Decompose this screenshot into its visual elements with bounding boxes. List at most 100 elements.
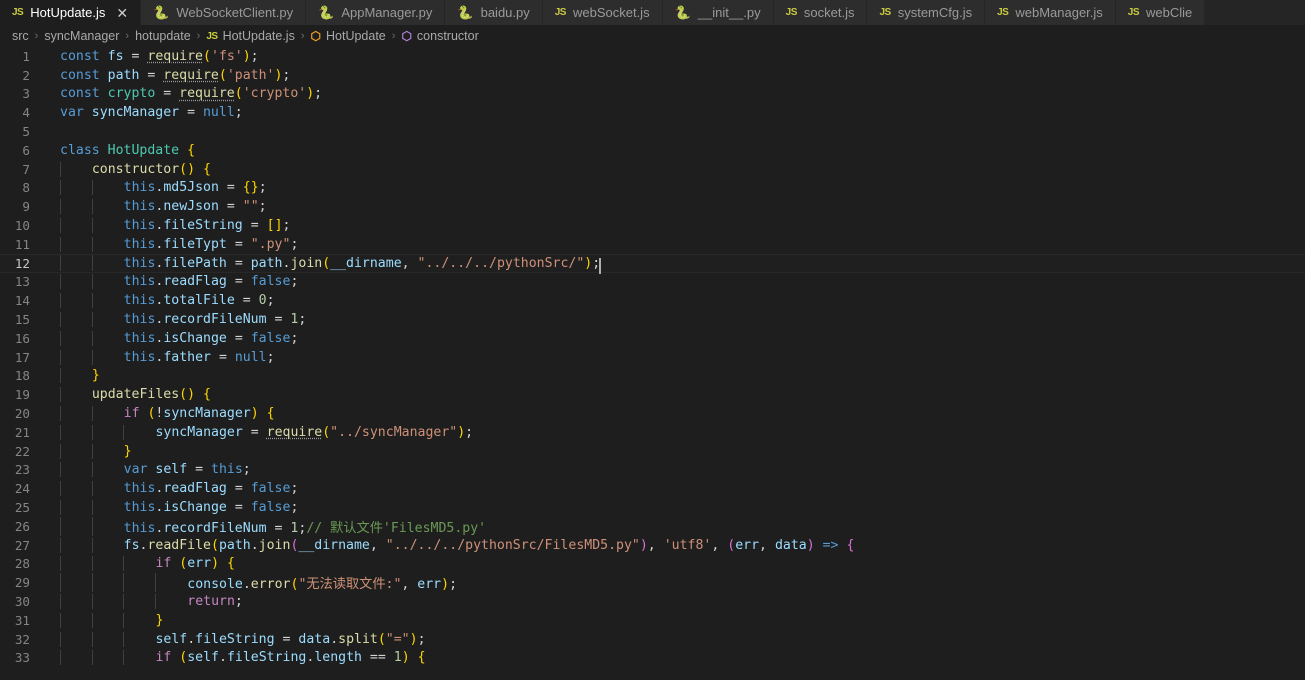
code-line[interactable]: 24 this.readFlag = false; [0, 479, 1305, 498]
code-line[interactable]: 12 this.filePath = path.join(__dirname, … [0, 253, 1305, 275]
code-content[interactable]: if (!syncManager) { [44, 406, 1305, 422]
code-line[interactable]: 15 this.recordFileNum = 1; [0, 310, 1305, 329]
editor-tab-websocket-js[interactable]: JS webSocket.js [542, 0, 663, 25]
code-line[interactable]: 17 this.father = null; [0, 348, 1305, 367]
code-content[interactable]: } [44, 612, 1305, 628]
code-content[interactable]: self.fileString = data.split("="); [44, 631, 1305, 647]
code-content[interactable]: this.fileTypt = ".py"; [44, 236, 1305, 252]
code-content[interactable]: constructor() { [44, 161, 1305, 177]
code-content[interactable]: const crypto = require('crypto'); [44, 86, 1305, 101]
indent-guide [91, 573, 93, 593]
code-line[interactable]: 32 self.fileString = data.split("="); [0, 630, 1305, 649]
code-line[interactable]: 10 this.fileString = []; [0, 216, 1305, 235]
editor-tab-socket-js[interactable]: JS socket.js [773, 0, 868, 25]
code-text: return; [187, 594, 243, 609]
code-line[interactable]: 20 if (!syncManager) { [0, 404, 1305, 423]
breadcrumb: src › syncManager › hotupdate › JS HotUpdate.js… [0, 25, 1305, 47]
code-content[interactable]: this.fileString = []; [44, 218, 1305, 234]
code-content[interactable]: var syncManager = null; [44, 105, 1305, 120]
code-content[interactable]: this.readFlag = false; [44, 481, 1305, 497]
code-line[interactable]: 30 return; [0, 592, 1305, 611]
tab-label: webClie [1146, 5, 1193, 20]
code-line[interactable]: 33 if (self.fileString.length == 1) { [0, 649, 1305, 668]
editor-tab-baidu-py[interactable]: 🐍 baidu.py [445, 0, 543, 25]
line-number: 15 [14, 312, 30, 328]
code-line[interactable]: 25 this.isChange = false; [0, 498, 1305, 517]
indent-guide [91, 650, 93, 666]
code-content[interactable]: if (self.fileString.length == 1) { [44, 650, 1305, 666]
code-line[interactable]: 31 } [0, 611, 1305, 630]
code-content[interactable]: this.isChange = false; [44, 500, 1305, 516]
code-line[interactable]: 22 } [0, 442, 1305, 461]
editor-tab-hotupdate-js[interactable]: JS HotUpdate.js ✕ [0, 0, 142, 25]
code-line[interactable]: 19 updateFiles() { [0, 385, 1305, 404]
editor-tab-webclie[interactable]: JS webClie [1115, 0, 1206, 25]
code-editor[interactable]: 1 const fs = require('fs'); 2 const path = … [0, 47, 1305, 680]
code-content[interactable]: fs.readFile(path.join(__dirname, "../../… [44, 537, 1305, 553]
code-line[interactable]: 2 const path = require('path'); [0, 66, 1305, 85]
code-line[interactable]: 26 this.recordFileNum = 1;// 默认文件'FilesM… [0, 516, 1305, 536]
breadcrumb-item-hotupdate[interactable]: hotupdate [133, 29, 193, 43]
line-number: 20 [14, 406, 30, 422]
code-line[interactable]: 6 class HotUpdate { [0, 141, 1305, 160]
code-line[interactable]: 14 this.totalFile = 0; [0, 291, 1305, 310]
code-text: updateFiles() { [91, 387, 211, 403]
code-content[interactable]: this.isChange = false; [44, 330, 1305, 346]
code-content[interactable]: this.father = null; [44, 349, 1305, 365]
breadcrumb-item-constructor[interactable]: ⬡ constructor [399, 29, 480, 43]
editor-tab-websocketclient-py[interactable]: 🐍 WebSocketClient.py [141, 0, 307, 25]
code-content[interactable]: } [44, 443, 1305, 459]
code-line[interactable]: 27 fs.readFile(path.join(__dirname, "../… [0, 536, 1305, 555]
line-number: 14 [14, 293, 30, 309]
code-content[interactable]: this.md5Json = {}; [44, 180, 1305, 196]
code-line[interactable]: 29 console.error("无法读取文件:", err); [0, 573, 1305, 593]
code-content[interactable]: this.recordFileNum = 1;// 默认文件'FilesMD5.… [44, 516, 1305, 536]
code-line[interactable]: 7 constructor() { [0, 160, 1305, 179]
code-line[interactable]: 5 [0, 122, 1305, 141]
code-line[interactable]: 21 syncManager = require("../syncManager… [0, 423, 1305, 442]
code-content[interactable]: class HotUpdate { [44, 143, 1305, 158]
code-text: this.isChange = false; [123, 500, 299, 516]
code-line[interactable]: 18 } [0, 367, 1305, 386]
breadcrumb-item-syncmanager[interactable]: syncManager [42, 29, 121, 43]
code-text: this.filePath = path.join(__dirname, "..… [123, 256, 601, 272]
code-line[interactable]: 13 this.readFlag = false; [0, 273, 1305, 292]
editor-tab-webmanager-js[interactable]: JS webManager.js [985, 0, 1116, 25]
line-number: 22 [14, 443, 30, 459]
code-content[interactable]: if (err) { [44, 556, 1305, 572]
code-content[interactable]: console.error("无法读取文件:", err); [44, 573, 1305, 593]
close-icon[interactable]: ✕ [116, 6, 128, 20]
indent-guide [123, 424, 125, 440]
breadcrumb-item-hotupdate-js[interactable]: JS HotUpdate.js [204, 29, 297, 43]
code-line[interactable]: 1 const fs = require('fs'); [0, 47, 1305, 66]
code-line[interactable]: 3 const crypto = require('crypto'); [0, 85, 1305, 104]
code-line[interactable]: 11 this.fileTypt = ".py"; [0, 235, 1305, 254]
code-content[interactable]: updateFiles() { [44, 387, 1305, 403]
line-number: 28 [14, 556, 30, 572]
code-line[interactable]: 4 var syncManager = null; [0, 103, 1305, 122]
breadcrumb-item-hotupdate[interactable]: ⬡ HotUpdate [309, 29, 388, 43]
tab-label: baidu.py [480, 5, 530, 20]
indent-guide [60, 631, 61, 647]
code-content[interactable]: this.totalFile = 0; [44, 293, 1305, 309]
code-line[interactable]: 9 this.newJson = ""; [0, 197, 1305, 216]
code-content[interactable]: this.filePath = path.join(__dirname, "..… [44, 255, 1305, 275]
code-line[interactable]: 23 var self = this; [0, 461, 1305, 480]
code-content[interactable]: const path = require('path'); [44, 68, 1305, 83]
code-line[interactable]: 28 if (err) { [0, 555, 1305, 574]
code-content[interactable]: return; [44, 594, 1305, 609]
code-line[interactable]: 8 this.md5Json = {}; [0, 179, 1305, 198]
code-content[interactable]: const fs = require('fs'); [44, 49, 1305, 64]
code-line[interactable]: 16 this.isChange = false; [0, 329, 1305, 348]
code-content[interactable]: this.recordFileNum = 1; [44, 312, 1305, 328]
code-text: const path = require('path'); [60, 67, 291, 83]
editor-tab-appmanager-py[interactable]: 🐍 AppManager.py [306, 0, 446, 25]
editor-tab-init-py[interactable]: 🐍 __init__.py [662, 0, 774, 25]
code-content[interactable]: syncManager = require("../syncManager"); [44, 424, 1305, 440]
code-content[interactable]: this.newJson = ""; [44, 199, 1305, 215]
breadcrumb-item-src[interactable]: src [10, 29, 31, 43]
code-content[interactable]: var self = this; [44, 462, 1305, 478]
code-content[interactable]: this.readFlag = false; [44, 274, 1305, 290]
code-content[interactable]: } [44, 368, 1305, 384]
editor-tab-systemcfg-js[interactable]: JS systemCfg.js [867, 0, 986, 25]
